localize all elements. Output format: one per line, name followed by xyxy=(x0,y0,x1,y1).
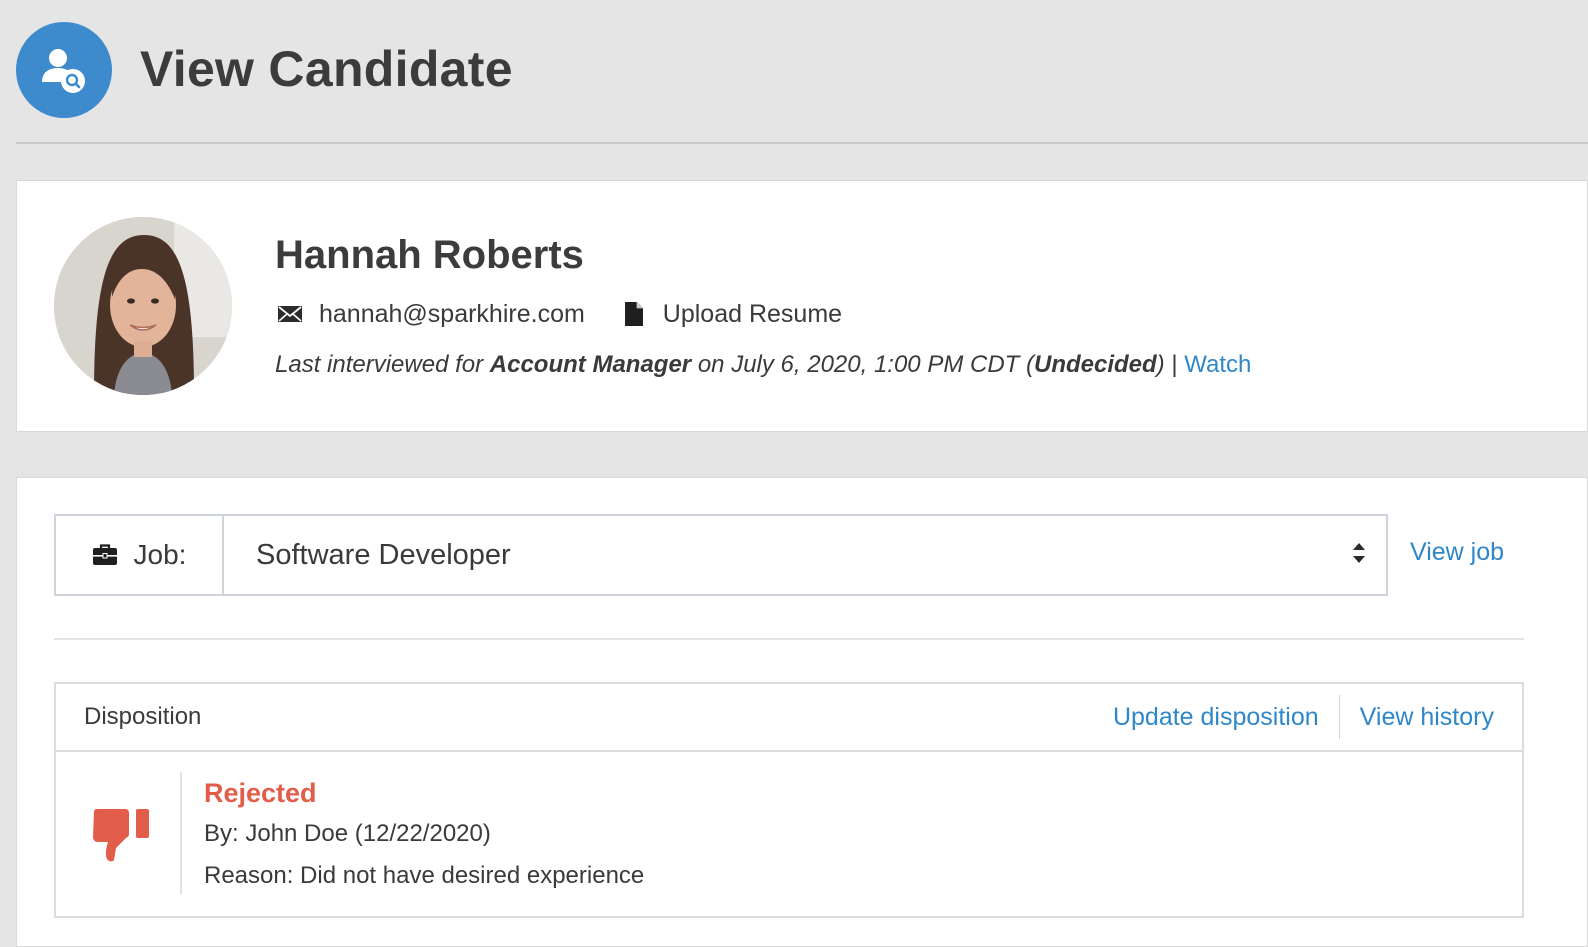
disposition-panel: Disposition Update disposition View hist… xyxy=(54,682,1524,918)
job-label: Job: xyxy=(133,539,187,570)
job-select-group: Job: Software Developer xyxy=(54,514,1388,596)
sort-arrows-icon xyxy=(1352,539,1366,572)
envelope-icon xyxy=(275,304,305,324)
interview-position: Account Manager xyxy=(489,351,692,378)
contact-row: hannah@sparkhire.com Upload Resume xyxy=(275,299,842,329)
disposition-status: Rejected xyxy=(204,778,317,808)
upload-resume-link[interactable]: Upload Resume xyxy=(663,300,842,329)
disposition-header: Disposition Update disposition View hist… xyxy=(56,684,1522,752)
job-select[interactable]: Software Developer xyxy=(224,516,1386,594)
disposition-reason: Reason: Did not have desired experience xyxy=(204,862,645,889)
briefcase-icon xyxy=(92,544,118,566)
section-divider xyxy=(54,638,1524,640)
actions-separator xyxy=(1338,695,1340,739)
user-search-icon xyxy=(16,22,112,118)
disposition-title: Disposition xyxy=(84,703,202,730)
thumbs-down-icon xyxy=(92,808,152,867)
update-disposition-link[interactable]: Update disposition xyxy=(1113,703,1319,732)
interview-date: on July 6, 2020, 1:00 PM CDT ( xyxy=(691,351,1034,378)
disposition-actions: Update disposition View history xyxy=(1113,695,1494,739)
job-label-addon: Job: xyxy=(56,516,224,594)
page-title: View Candidate xyxy=(140,41,513,97)
job-selected-value: Software Developer xyxy=(256,538,511,571)
job-card: Job: Software Developer View job Disposi… xyxy=(16,477,1588,947)
view-job-link[interactable]: View job xyxy=(1410,538,1504,567)
watch-link[interactable]: Watch xyxy=(1184,351,1251,378)
disposition-by: By: John Doe (12/22/2020) xyxy=(204,820,491,847)
interview-separator: | xyxy=(1164,351,1185,378)
candidate-name: Hannah Roberts xyxy=(275,233,584,277)
avatar xyxy=(54,217,232,395)
page-header: View Candidate xyxy=(16,22,1588,142)
disposition-body: Rejected By: John Doe (12/22/2020) Reaso… xyxy=(56,752,1522,918)
file-icon xyxy=(619,302,649,326)
candidate-profile-card: Hannah Roberts hannah@sparkhire.com Uplo… xyxy=(16,180,1588,432)
candidate-email[interactable]: hannah@sparkhire.com xyxy=(319,300,585,329)
last-interview-info: Last interviewed for Account Manager on … xyxy=(275,351,1251,379)
disposition-divider xyxy=(180,772,182,894)
interview-prefix: Last interviewed for xyxy=(275,351,490,378)
header-divider xyxy=(16,142,1588,144)
interview-result: Undecided xyxy=(1033,351,1157,378)
interview-suffix: ) xyxy=(1156,351,1165,378)
view-history-link[interactable]: View history xyxy=(1360,703,1494,732)
